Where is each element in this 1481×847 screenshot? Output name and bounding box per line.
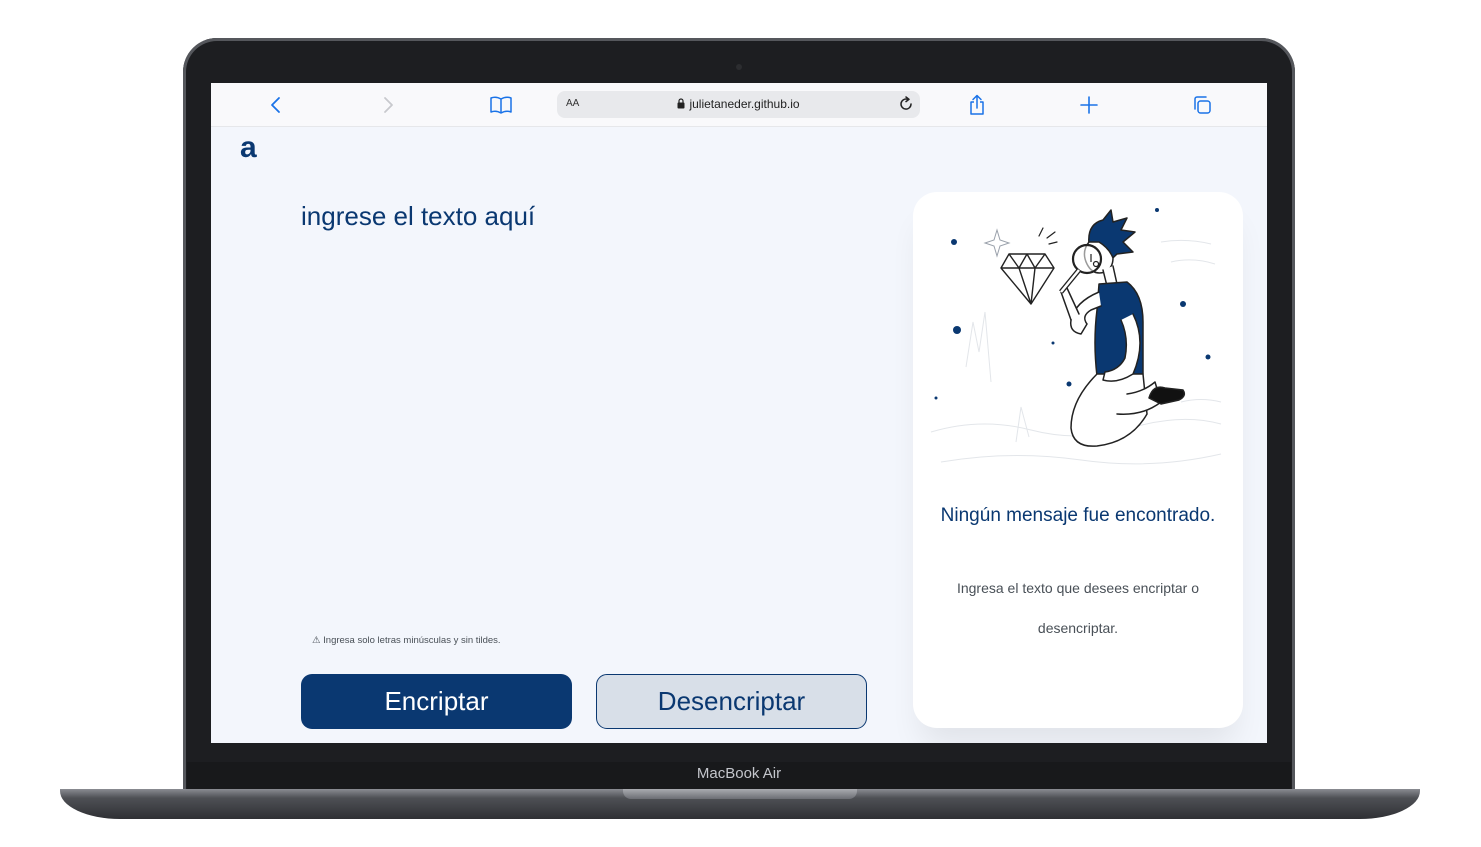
output-card: Ningún mensaje fue encontrado. Ingresa e… [913, 192, 1243, 728]
model-label: MacBook Air [696, 765, 782, 782]
logo[interactable]: a [240, 131, 257, 165]
plus-icon[interactable] [1075, 91, 1103, 119]
chevron-right-icon[interactable] [374, 91, 402, 119]
chevron-left-icon[interactable] [262, 91, 290, 119]
tabs-icon[interactable] [1188, 91, 1216, 119]
search-illustration [921, 202, 1235, 486]
screen: AA julietaneder.github.io a ⚠ Ingresa so… [211, 83, 1267, 743]
book-icon[interactable] [487, 91, 515, 119]
url-text: julietaneder.github.io [689, 97, 800, 111]
camera-icon [736, 64, 742, 70]
browser-toolbar: AA julietaneder.github.io [211, 83, 1267, 127]
decrypt-button[interactable]: Desencriptar [596, 674, 867, 729]
text-input[interactable] [301, 201, 861, 581]
share-icon[interactable] [963, 91, 991, 119]
reload-icon[interactable] [898, 96, 914, 116]
address-bar[interactable]: AA julietaneder.github.io [557, 91, 920, 118]
lock-icon [677, 98, 685, 112]
output-title: Ningún mensaje fue encontrado. [940, 505, 1216, 526]
output-text: Ingresa el texto que desees encriptar o … [956, 580, 1200, 636]
encrypt-button[interactable]: Encriptar [301, 674, 572, 729]
laptop-notch [623, 789, 857, 799]
input-hint: ⚠ Ingresa solo letras minúsculas y sin t… [312, 635, 501, 646]
